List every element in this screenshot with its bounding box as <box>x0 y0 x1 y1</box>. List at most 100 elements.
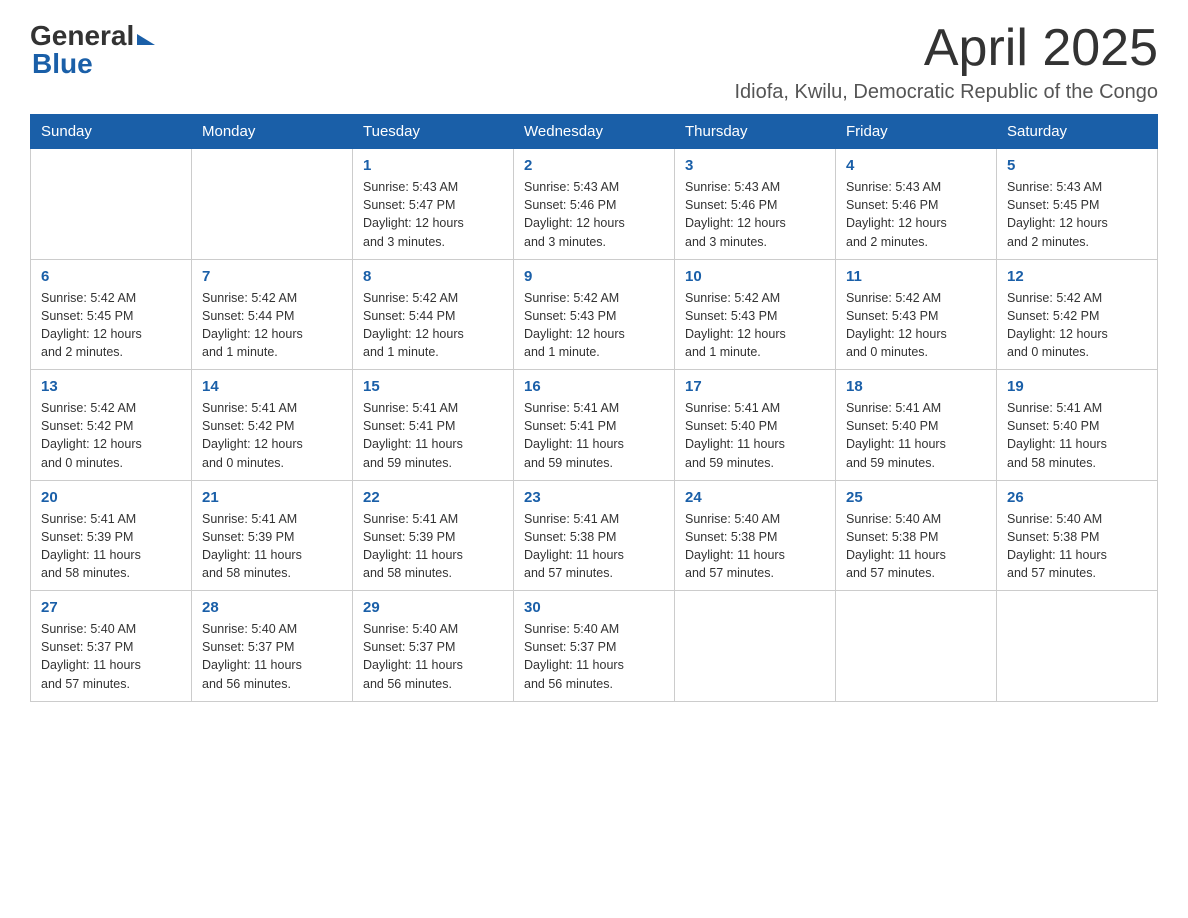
day-info: Sunrise: 5:41 AM Sunset: 5:40 PM Dayligh… <box>846 399 986 472</box>
logo: General Blue <box>30 20 155 80</box>
day-number: 27 <box>41 599 181 616</box>
day-number: 8 <box>363 268 503 285</box>
day-info: Sunrise: 5:40 AM Sunset: 5:38 PM Dayligh… <box>846 510 986 583</box>
day-number: 28 <box>202 599 342 616</box>
calendar-cell: 3Sunrise: 5:43 AM Sunset: 5:46 PM Daylig… <box>675 149 836 260</box>
location-title: Idiofa, Kwilu, Democratic Republic of th… <box>734 81 1158 104</box>
day-number: 29 <box>363 599 503 616</box>
calendar-cell: 21Sunrise: 5:41 AM Sunset: 5:39 PM Dayli… <box>192 480 353 591</box>
weekday-header-tuesday: Tuesday <box>353 115 514 149</box>
calendar-cell: 1Sunrise: 5:43 AM Sunset: 5:47 PM Daylig… <box>353 149 514 260</box>
calendar-cell: 20 Sunrise: 5:41 AM Sunset: 5:39 PM Dayli… <box>31 480 192 591</box>
title-section: April 2025 Idiofa, Kwilu, Democratic Rep… <box>734 20 1158 104</box>
calendar-week-1: 1Sunrise: 5:43 AM Sunset: 5:47 PM Daylig… <box>31 149 1158 260</box>
page-header: General Blue April 2025 Idiofa, Kwilu, D… <box>30 20 1158 104</box>
day-number: 26 <box>1007 489 1147 506</box>
logo-triangle-icon <box>137 34 155 45</box>
day-info: Sunrise: 5:42 AM Sunset: 5:44 PM Dayligh… <box>363 289 503 362</box>
calendar-cell <box>31 149 192 260</box>
day-number: 7 <box>202 268 342 285</box>
day-info: Sunrise: 5:41 AM Sunset: 5:41 PM Dayligh… <box>363 399 503 472</box>
weekday-header-wednesday: Wednesday <box>514 115 675 149</box>
calendar-cell: 13Sunrise: 5:42 AM Sunset: 5:42 PM Dayli… <box>31 370 192 481</box>
day-number: 18 <box>846 378 986 395</box>
day-info: Sunrise: 5:40 AM Sunset: 5:38 PM Dayligh… <box>1007 510 1147 583</box>
weekday-header-monday: Monday <box>192 115 353 149</box>
weekday-header-saturday: Saturday <box>997 115 1158 149</box>
day-info: Sunrise: 5:41 AM Sunset: 5:39 PM Dayligh… <box>363 510 503 583</box>
calendar-week-3: 13Sunrise: 5:42 AM Sunset: 5:42 PM Dayli… <box>31 370 1158 481</box>
day-info: Sunrise: 5:42 AM Sunset: 5:43 PM Dayligh… <box>846 289 986 362</box>
day-number: 24 <box>685 489 825 506</box>
calendar-cell: 7 Sunrise: 5:42 AM Sunset: 5:44 PM Daylig… <box>192 259 353 370</box>
day-number: 12 <box>1007 268 1147 285</box>
day-info: Sunrise: 5:41 AM Sunset: 5:41 PM Dayligh… <box>524 399 664 472</box>
day-info: Sunrise: 5:40 AM Sunset: 5:37 PM Dayligh… <box>363 620 503 693</box>
day-number: 6 <box>41 268 181 285</box>
day-info: Sunrise: 5:40 AM Sunset: 5:38 PM Dayligh… <box>685 510 825 583</box>
day-info: Sunrise: 5:43 AM Sunset: 5:45 PM Dayligh… <box>1007 178 1147 251</box>
calendar-header: SundayMondayTuesdayWednesdayThursdayFrid… <box>31 115 1158 149</box>
calendar-cell <box>997 591 1158 702</box>
day-info: Sunrise: 5:41 AM Sunset: 5:42 PM Dayligh… <box>202 399 342 472</box>
calendar-cell: 9 Sunrise: 5:42 AM Sunset: 5:43 PM Daylig… <box>514 259 675 370</box>
day-number: 3 <box>685 157 825 174</box>
day-info: Sunrise: 5:42 AM Sunset: 5:43 PM Dayligh… <box>524 289 664 362</box>
day-number: 23 <box>524 489 664 506</box>
calendar-cell: 8 Sunrise: 5:42 AM Sunset: 5:44 PM Daylig… <box>353 259 514 370</box>
day-number: 30 <box>524 599 664 616</box>
day-info: Sunrise: 5:41 AM Sunset: 5:38 PM Dayligh… <box>524 510 664 583</box>
weekday-header-sunday: Sunday <box>31 115 192 149</box>
calendar-week-5: 27 Sunrise: 5:40 AM Sunset: 5:37 PM Dayli… <box>31 591 1158 702</box>
calendar-cell: 22 Sunrise: 5:41 AM Sunset: 5:39 PM Dayli… <box>353 480 514 591</box>
day-info: Sunrise: 5:41 AM Sunset: 5:40 PM Dayligh… <box>1007 399 1147 472</box>
calendar-cell: 6 Sunrise: 5:42 AM Sunset: 5:45 PM Daylig… <box>31 259 192 370</box>
calendar-cell: 11 Sunrise: 5:42 AM Sunset: 5:43 PM Dayli… <box>836 259 997 370</box>
logo-blue-text: Blue <box>32 48 93 80</box>
calendar-cell: 26 Sunrise: 5:40 AM Sunset: 5:38 PM Dayli… <box>997 480 1158 591</box>
weekday-header-friday: Friday <box>836 115 997 149</box>
day-number: 9 <box>524 268 664 285</box>
calendar-cell: 19 Sunrise: 5:41 AM Sunset: 5:40 PM Dayli… <box>997 370 1158 481</box>
calendar-cell: 25 Sunrise: 5:40 AM Sunset: 5:38 PM Dayli… <box>836 480 997 591</box>
day-info: Sunrise: 5:42 AM Sunset: 5:45 PM Dayligh… <box>41 289 181 362</box>
day-info: Sunrise: 5:42 AM Sunset: 5:42 PM Dayligh… <box>1007 289 1147 362</box>
calendar-cell: 24 Sunrise: 5:40 AM Sunset: 5:38 PM Dayli… <box>675 480 836 591</box>
day-number: 25 <box>846 489 986 506</box>
calendar-cell <box>192 149 353 260</box>
calendar-body: 1Sunrise: 5:43 AM Sunset: 5:47 PM Daylig… <box>31 149 1158 702</box>
calendar-table: SundayMondayTuesdayWednesdayThursdayFrid… <box>30 114 1158 702</box>
calendar-cell: 28 Sunrise: 5:40 AM Sunset: 5:37 PM Dayli… <box>192 591 353 702</box>
day-number: 17 <box>685 378 825 395</box>
day-number: 20 <box>41 489 181 506</box>
weekday-header-thursday: Thursday <box>675 115 836 149</box>
day-number: 19 <box>1007 378 1147 395</box>
calendar-cell: 2 Sunrise: 5:43 AM Sunset: 5:46 PM Daylig… <box>514 149 675 260</box>
day-info: Sunrise: 5:41 AM Sunset: 5:39 PM Dayligh… <box>41 510 181 583</box>
calendar-cell: 15Sunrise: 5:41 AM Sunset: 5:41 PM Dayli… <box>353 370 514 481</box>
day-number: 14 <box>202 378 342 395</box>
day-info: Sunrise: 5:43 AM Sunset: 5:46 PM Dayligh… <box>524 178 664 251</box>
day-number: 10 <box>685 268 825 285</box>
day-info: Sunrise: 5:41 AM Sunset: 5:39 PM Dayligh… <box>202 510 342 583</box>
day-number: 4 <box>846 157 986 174</box>
calendar-cell: 23 Sunrise: 5:41 AM Sunset: 5:38 PM Dayli… <box>514 480 675 591</box>
day-info: Sunrise: 5:42 AM Sunset: 5:44 PM Dayligh… <box>202 289 342 362</box>
day-info: Sunrise: 5:40 AM Sunset: 5:37 PM Dayligh… <box>524 620 664 693</box>
calendar-cell: 30 Sunrise: 5:40 AM Sunset: 5:37 PM Dayli… <box>514 591 675 702</box>
header-row: SundayMondayTuesdayWednesdayThursdayFrid… <box>31 115 1158 149</box>
day-number: 2 <box>524 157 664 174</box>
day-info: Sunrise: 5:40 AM Sunset: 5:37 PM Dayligh… <box>202 620 342 693</box>
calendar-cell: 29 Sunrise: 5:40 AM Sunset: 5:37 PM Dayli… <box>353 591 514 702</box>
calendar-cell: 18 Sunrise: 5:41 AM Sunset: 5:40 PM Dayli… <box>836 370 997 481</box>
day-number: 16 <box>524 378 664 395</box>
day-number: 22 <box>363 489 503 506</box>
day-number: 1 <box>363 157 503 174</box>
calendar-week-4: 20 Sunrise: 5:41 AM Sunset: 5:39 PM Dayli… <box>31 480 1158 591</box>
calendar-cell <box>836 591 997 702</box>
day-number: 11 <box>846 268 986 285</box>
calendar-week-2: 6 Sunrise: 5:42 AM Sunset: 5:45 PM Daylig… <box>31 259 1158 370</box>
day-info: Sunrise: 5:40 AM Sunset: 5:37 PM Dayligh… <box>41 620 181 693</box>
day-number: 5 <box>1007 157 1147 174</box>
day-info: Sunrise: 5:42 AM Sunset: 5:43 PM Dayligh… <box>685 289 825 362</box>
